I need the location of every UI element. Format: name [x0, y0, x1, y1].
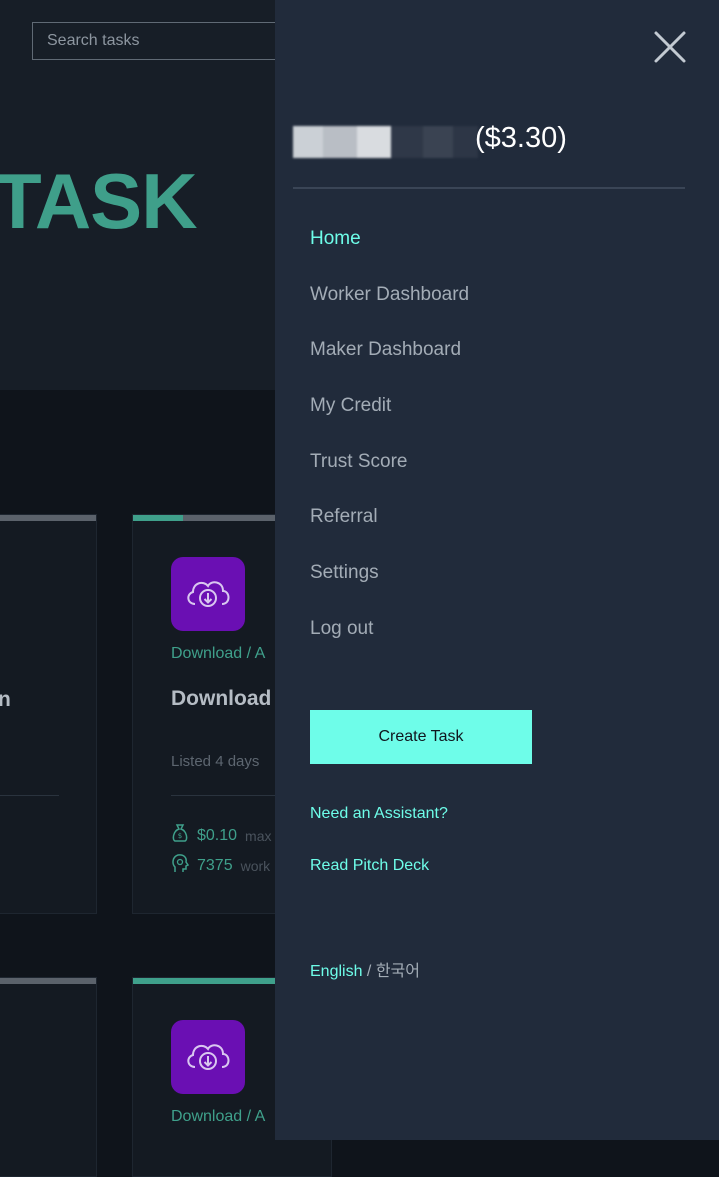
- drawer-nav: Home Worker Dashboard Maker Dashboard My…: [310, 228, 469, 674]
- task-card-left[interactable]: [0, 514, 97, 914]
- blurred-username: [293, 126, 478, 158]
- money-bag-icon: $: [171, 823, 189, 848]
- nav-item-worker-dashboard[interactable]: Worker Dashboard: [310, 284, 469, 340]
- cloud-download-icon: [171, 557, 245, 631]
- side-drawer: ($3.30) Home Worker Dashboard Maker Dash…: [275, 0, 719, 1140]
- card-workers-sub: work: [240, 857, 271, 874]
- task-card-left[interactable]: [0, 977, 97, 1177]
- lang-english[interactable]: English: [310, 963, 362, 980]
- card-reward-sub: max: [245, 827, 272, 844]
- svg-text:$: $: [178, 832, 182, 840]
- account-balance: ($3.30): [293, 120, 693, 160]
- nav-item-referral[interactable]: Referral: [310, 506, 469, 562]
- nav-item-trust-score[interactable]: Trust Score: [310, 451, 469, 507]
- card-reward-value: $0.10: [197, 826, 238, 844]
- nav-item-maker-dashboard[interactable]: Maker Dashboard: [310, 339, 469, 395]
- worker-head-icon: [171, 853, 190, 878]
- hero-title: TASK: [0, 157, 198, 245]
- balance-amount: ($3.30): [475, 122, 567, 154]
- task-card-left-title: n: [0, 688, 11, 711]
- nav-item-home[interactable]: Home: [310, 228, 469, 284]
- nav-item-settings[interactable]: Settings: [310, 562, 469, 618]
- lang-korean[interactable]: 한국어: [376, 963, 420, 980]
- card-progress-bar: [0, 978, 96, 984]
- nav-item-my-credit[interactable]: My Credit: [310, 395, 469, 451]
- lang-separator: /: [362, 963, 376, 980]
- card-category: Download / A: [171, 645, 266, 662]
- card-category: Download / A: [171, 1108, 266, 1125]
- drawer-divider: [293, 187, 685, 189]
- card-workers-value: 7375: [197, 856, 233, 874]
- card-reward: $ $0.10 max: [171, 823, 272, 848]
- card-listed-time: Listed 4 days: [171, 753, 260, 770]
- card-divider: [0, 795, 59, 796]
- card-workers: 7375 work: [171, 853, 270, 878]
- cloud-download-icon: [171, 1020, 245, 1094]
- pitch-deck-link[interactable]: Read Pitch Deck: [310, 857, 429, 875]
- card-title: Download: [171, 687, 272, 710]
- card-progress-bar: [0, 515, 96, 521]
- need-assistant-link[interactable]: Need an Assistant?: [310, 805, 448, 823]
- language-switcher: English / 한국어: [310, 957, 420, 981]
- card-progress-fill: [133, 515, 183, 521]
- close-icon[interactable]: [653, 30, 687, 64]
- nav-item-log-out[interactable]: Log out: [310, 618, 469, 674]
- create-task-button[interactable]: Create Task: [310, 710, 532, 764]
